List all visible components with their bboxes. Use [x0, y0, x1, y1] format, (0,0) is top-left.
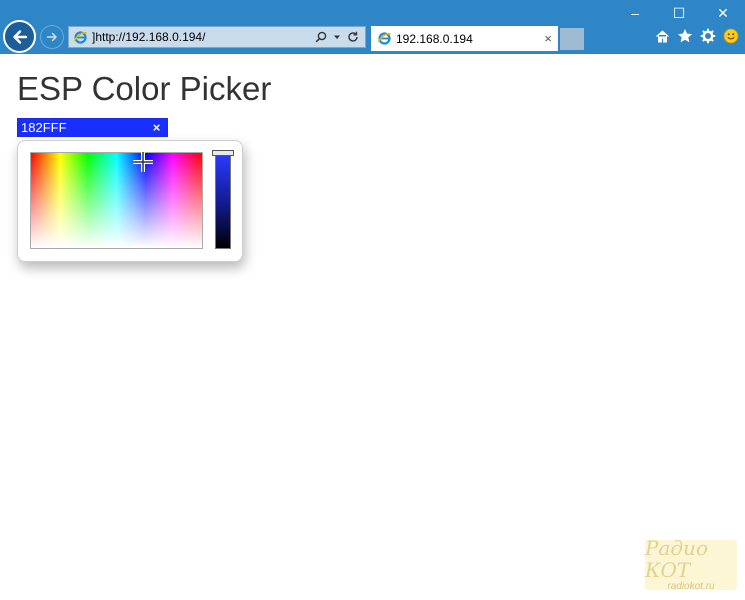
watermark-logo-text: Радио КОТ [645, 536, 708, 582]
color-picker-popup [17, 140, 243, 262]
forward-arrow-icon [46, 32, 57, 42]
crosshair-cursor-icon[interactable] [132, 151, 154, 173]
back-arrow-icon [12, 29, 27, 44]
value-slider-handle[interactable] [212, 150, 234, 156]
address-bar[interactable]: ]http://192.168.0.194/ [68, 26, 366, 48]
back-button[interactable] [3, 20, 36, 53]
favorites-star-icon[interactable] [677, 28, 693, 44]
color-field[interactable]: × [17, 118, 168, 137]
search-icon[interactable] [315, 31, 327, 43]
minimize-button[interactable]: – [613, 0, 657, 26]
new-tab-button[interactable] [560, 28, 584, 50]
browser-toolbar: – ☐ ✕ ]http://192.168.0.194/ 192.168.0.1… [0, 0, 745, 54]
home-icon[interactable] [654, 28, 670, 44]
ie-logo-icon [73, 30, 88, 45]
tab-active[interactable]: 192.168.0.194 × [371, 26, 558, 51]
dropdown-icon[interactable] [333, 33, 341, 41]
smiley-feedback-icon[interactable] [723, 28, 739, 44]
tab-title: 192.168.0.194 [396, 31, 473, 46]
browser-tools [654, 28, 739, 44]
window-controls: – ☐ ✕ [613, 0, 745, 26]
page-title: ESP Color Picker [17, 70, 272, 107]
settings-gear-icon[interactable] [700, 28, 716, 44]
saturation-hue-pad[interactable] [30, 152, 203, 249]
color-input[interactable] [18, 119, 146, 136]
tab-close-button[interactable]: × [544, 31, 552, 46]
forward-button[interactable] [40, 25, 64, 49]
watermark-url: radiokot.ru [667, 581, 715, 592]
ie-logo-icon [377, 31, 392, 46]
watermark-logo: Радио КОТ radiokot.ru [645, 536, 737, 592]
value-slider[interactable] [212, 150, 234, 249]
maximize-button[interactable]: ☐ [657, 0, 701, 26]
clear-color-button[interactable]: × [146, 119, 167, 136]
close-window-button[interactable]: ✕ [701, 0, 745, 26]
address-url[interactable]: ]http://192.168.0.194/ [92, 30, 315, 44]
refresh-icon[interactable] [347, 31, 359, 43]
